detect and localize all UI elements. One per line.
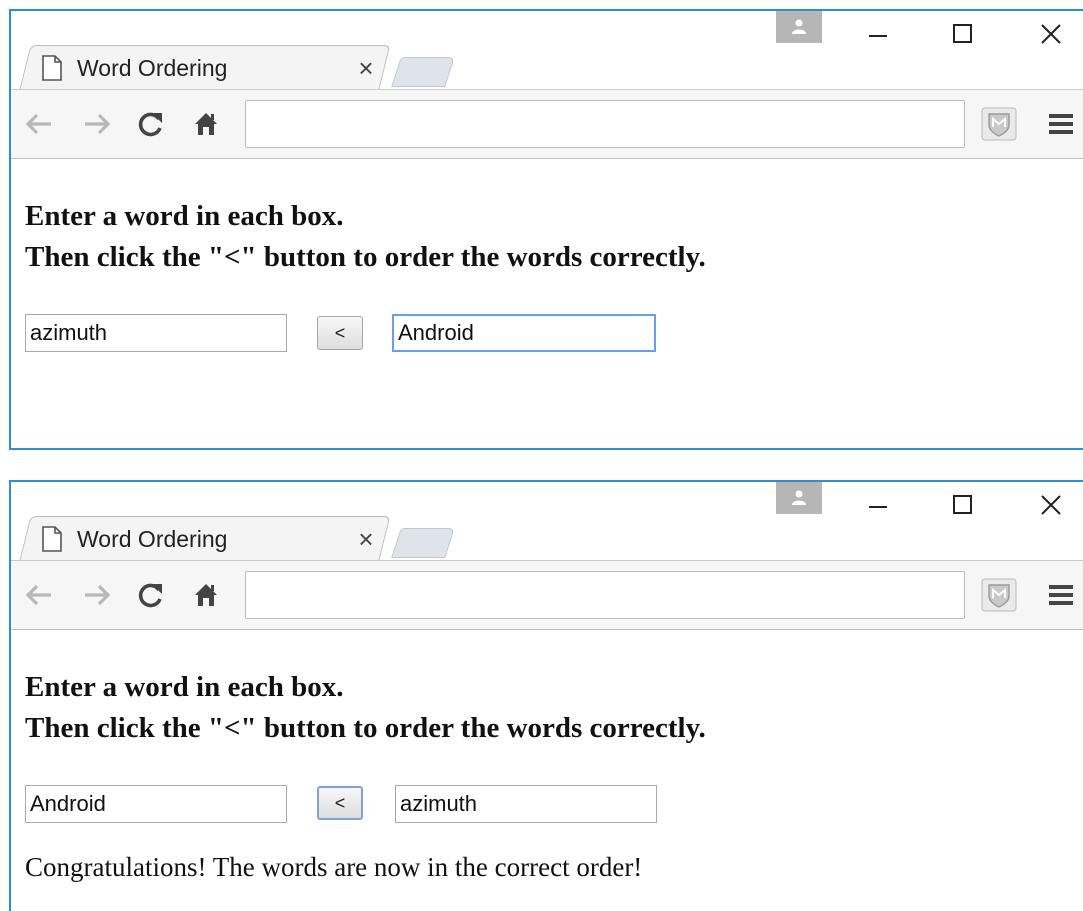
order-words-button[interactable]: < — [317, 316, 363, 350]
profile-icon[interactable] — [776, 482, 822, 514]
minimize-icon[interactable] — [856, 17, 900, 51]
instruction-line-1: Enter a word in each box. — [25, 200, 344, 232]
extension-shield-icon[interactable] — [981, 578, 1017, 612]
first-word-input[interactable] — [25, 785, 287, 823]
window-close-icon[interactable] — [1029, 488, 1073, 522]
page-icon — [42, 526, 62, 552]
order-words-button[interactable]: < — [317, 786, 363, 820]
instruction-line-1: Enter a word in each box. — [25, 671, 344, 703]
result-message: Congratulations! The words are now in th… — [25, 852, 643, 882]
browser-window-after: Word Ordering × Enter a word in each box… — [9, 480, 1083, 911]
minimize-icon[interactable] — [856, 488, 900, 522]
tab-title: Word Ordering — [77, 525, 228, 552]
page-icon — [42, 55, 62, 81]
maximize-icon[interactable] — [941, 17, 985, 51]
menu-icon[interactable] — [1047, 108, 1075, 140]
forward-arrow-icon[interactable] — [79, 106, 115, 142]
maximize-icon[interactable] — [941, 488, 985, 522]
first-word-input[interactable] — [25, 314, 287, 352]
new-tab-button[interactable] — [391, 528, 455, 558]
title-bar: Word Ordering × — [11, 11, 1083, 91]
home-icon[interactable] — [188, 106, 224, 142]
second-word-input[interactable] — [395, 785, 657, 823]
instruction-line-2: Then click the "<" button to order the w… — [25, 712, 706, 744]
back-arrow-icon[interactable] — [21, 106, 57, 142]
menu-icon[interactable] — [1047, 579, 1075, 611]
home-icon[interactable] — [188, 577, 224, 613]
close-icon[interactable]: × — [351, 53, 381, 84]
tab-title: Word Ordering — [77, 54, 228, 81]
address-bar[interactable] — [245, 100, 965, 148]
title-bar: Word Ordering × — [11, 482, 1083, 562]
profile-icon[interactable] — [776, 11, 822, 43]
extension-shield-icon[interactable] — [981, 107, 1017, 141]
back-arrow-icon[interactable] — [21, 577, 57, 613]
reload-icon[interactable] — [133, 577, 169, 613]
second-word-input[interactable] — [392, 314, 656, 352]
close-icon[interactable]: × — [351, 524, 381, 555]
toolbar — [11, 89, 1083, 159]
browser-window-before: Word Ordering × Enter a word in each box… — [9, 9, 1083, 450]
window-close-icon[interactable] — [1029, 17, 1073, 51]
reload-icon[interactable] — [133, 106, 169, 142]
forward-arrow-icon[interactable] — [79, 577, 115, 613]
toolbar — [11, 560, 1083, 630]
address-bar[interactable] — [245, 571, 965, 619]
new-tab-button[interactable] — [391, 57, 455, 87]
instruction-line-2: Then click the "<" button to order the w… — [25, 241, 706, 273]
